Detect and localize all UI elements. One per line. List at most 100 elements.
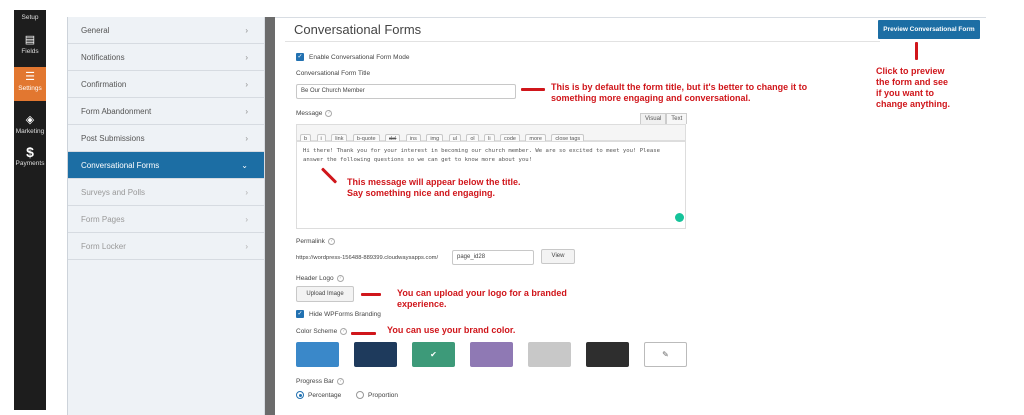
custom-color-picker[interactable]: ✎ bbox=[644, 342, 687, 367]
color-scheme-label-text: Color Scheme bbox=[296, 328, 338, 336]
sidebar-item-form-locker[interactable]: Form Locker › bbox=[68, 233, 264, 260]
top-margin bbox=[0, 0, 1024, 9]
progress-proportion-radio[interactable] bbox=[356, 391, 364, 399]
message-label: Message? bbox=[296, 110, 333, 118]
annotation-pointer-title bbox=[521, 88, 545, 91]
sidebar-item-form-pages[interactable]: Form Pages › bbox=[68, 206, 264, 233]
help-icon[interactable]: ? bbox=[336, 275, 344, 282]
message-label-text: Message bbox=[296, 110, 323, 118]
upload-image-button[interactable]: Upload Image bbox=[296, 286, 354, 302]
sidebar-item-label: General bbox=[81, 26, 110, 35]
sidebar-item-label: Form Pages bbox=[81, 215, 125, 224]
sidebar-item-confirmation[interactable]: Confirmation › bbox=[68, 71, 264, 98]
sidebar-item-label: Post Submissions bbox=[81, 134, 145, 143]
checkmark-icon: ✔ bbox=[430, 350, 437, 359]
chevron-right-icon: › bbox=[245, 53, 248, 62]
quicktags-toolbar: b i link b-quote del ins img ul ol li co… bbox=[296, 124, 686, 144]
annotation-preview-line: the form and see bbox=[876, 77, 949, 87]
sidebar-item-label: Conversational Forms bbox=[81, 161, 160, 170]
sidebar-item-notifications[interactable]: Notifications › bbox=[68, 44, 264, 71]
hide-branding-checkbox[interactable]: ✓ bbox=[296, 310, 304, 318]
sidebar-item-label: Form Abandonment bbox=[81, 107, 152, 116]
builder-left-nav: Setup ▤ Fields ☰ Settings ◈ Marketing $ … bbox=[14, 10, 46, 410]
sidebar-item-conversational-forms[interactable]: Conversational Forms ⌄ bbox=[68, 152, 264, 179]
permalink-label: Permalink? bbox=[296, 238, 335, 245]
sidebar-item-label: Confirmation bbox=[81, 80, 127, 89]
progress-percentage-label: Percentage bbox=[308, 392, 342, 399]
color-swatch-navy[interactable] bbox=[354, 342, 397, 367]
annotation-pointer-logo bbox=[361, 293, 381, 296]
settings-sidebar: General › Notifications › Confirmation › Fo… bbox=[68, 17, 265, 415]
annotation-logo-line: You can upload your logo for a branded bbox=[397, 288, 567, 298]
color-swatch-grey[interactable] bbox=[528, 342, 571, 367]
chevron-down-icon: ⌄ bbox=[241, 161, 248, 170]
annotation-preview-line: if you want to bbox=[876, 88, 934, 98]
title-divider bbox=[285, 41, 880, 42]
nav-payments[interactable]: $ Payments bbox=[14, 144, 46, 167]
color-scheme-label: Color Scheme? bbox=[296, 328, 348, 336]
annotation-logo: You can upload your logo for a branded e… bbox=[397, 288, 567, 310]
chevron-right-icon: › bbox=[245, 107, 248, 116]
editor-tabs: Visual Text bbox=[640, 113, 688, 124]
chevron-right-icon: › bbox=[245, 134, 248, 143]
tab-visual[interactable]: Visual bbox=[640, 113, 667, 124]
chevron-right-icon: › bbox=[245, 80, 248, 89]
fields-icon: ▤ bbox=[24, 34, 36, 46]
dollar-icon: $ bbox=[26, 144, 34, 160]
preview-conversational-form-button[interactable]: Preview Conversational Form bbox=[878, 20, 980, 39]
enable-conversational-checkbox[interactable]: ✓ bbox=[296, 53, 304, 61]
annotation-color: You can use your brand color. bbox=[387, 325, 516, 335]
progress-percentage-radio[interactable] bbox=[296, 391, 304, 399]
progress-bar-label-text: Progress Bar bbox=[296, 378, 334, 386]
annotation-preview-line: change anything. bbox=[876, 99, 951, 109]
form-title-label: Conversational Form Title bbox=[296, 70, 371, 77]
hide-branding-label: Hide WPForms Branding bbox=[309, 311, 381, 318]
header-logo-label: Header Logo? bbox=[296, 275, 344, 282]
annotation-title: This is by default the form title, but i… bbox=[551, 82, 807, 104]
help-icon[interactable]: ? bbox=[325, 110, 333, 117]
annotation-pointer-preview bbox=[915, 42, 918, 60]
sidebar-item-general[interactable]: General › bbox=[68, 17, 264, 44]
annotation-title-line: something more engaging and conversation… bbox=[551, 93, 751, 103]
annotation-message: This message will appear below the title… bbox=[347, 177, 521, 199]
view-button[interactable]: View bbox=[541, 249, 575, 264]
chevron-right-icon: › bbox=[245, 242, 248, 251]
nav-fields-label: Fields bbox=[21, 48, 39, 55]
annotation-logo-line: experience. bbox=[397, 299, 447, 309]
annotation-preview-line: Click to preview bbox=[876, 66, 945, 76]
annotation-pointer-color bbox=[351, 332, 376, 335]
annotation-preview: Click to preview the form and see if you… bbox=[876, 66, 986, 110]
color-swatch-blue[interactable] bbox=[296, 342, 339, 367]
color-swatch-purple[interactable] bbox=[470, 342, 513, 367]
nav-setup[interactable]: Setup bbox=[14, 14, 46, 21]
sliders-icon: ☰ bbox=[25, 71, 35, 83]
sidebar-item-surveys-and-polls[interactable]: Surveys and Polls › bbox=[68, 179, 264, 206]
nav-settings-label: Settings bbox=[18, 85, 42, 92]
nav-setup-label: Setup bbox=[21, 14, 39, 21]
grammarly-icon[interactable] bbox=[675, 213, 684, 222]
progress-bar-label: Progress Bar? bbox=[296, 378, 344, 385]
annotation-message-line: This message will appear below the title… bbox=[347, 177, 521, 187]
sidebar-item-label: Notifications bbox=[81, 53, 125, 62]
nav-payments-label: Payments bbox=[15, 160, 45, 167]
help-icon[interactable]: ? bbox=[327, 238, 335, 245]
chevron-right-icon: › bbox=[245, 26, 248, 35]
nav-fields[interactable]: ▤ Fields bbox=[14, 34, 46, 55]
nav-marketing[interactable]: ◈ Marketing bbox=[14, 114, 46, 135]
form-title-input[interactable]: Be Our Church Member bbox=[296, 84, 516, 99]
help-icon[interactable]: ? bbox=[340, 328, 348, 335]
help-icon[interactable]: ? bbox=[336, 378, 344, 385]
nav-marketing-label: Marketing bbox=[15, 128, 45, 135]
chevron-right-icon: › bbox=[245, 188, 248, 197]
sidebar-item-form-abandonment[interactable]: Form Abandonment › bbox=[68, 98, 264, 125]
color-swatch-green-selected[interactable]: ✔ bbox=[412, 342, 455, 367]
tab-text[interactable]: Text bbox=[666, 113, 688, 124]
sidebar-item-post-submissions[interactable]: Post Submissions › bbox=[68, 125, 264, 152]
page-title: Conversational Forms bbox=[294, 22, 422, 37]
progress-proportion-label: Proportion bbox=[368, 392, 398, 399]
permalink-label-text: Permalink bbox=[296, 238, 325, 246]
permalink-slug-input[interactable]: page_id28 bbox=[452, 250, 534, 265]
color-swatch-black[interactable] bbox=[586, 342, 629, 367]
nav-settings[interactable]: ☰ Settings bbox=[14, 67, 46, 101]
permalink-base-url: https://wordpress-156488-889399.cloudway… bbox=[296, 255, 439, 261]
